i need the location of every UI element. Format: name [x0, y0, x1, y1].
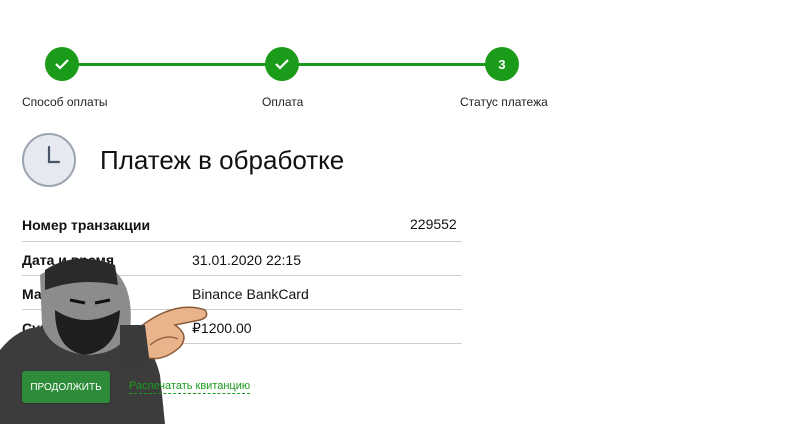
detail-key: Номер транзакции [22, 217, 151, 233]
step-1-check-icon [45, 47, 79, 81]
step-label-payment-status: Статус платежа [460, 95, 548, 109]
progress-stepper: 3 Способ оплаты Оплата Статус платежа [0, 0, 807, 120]
detail-value: 229552 [410, 216, 457, 232]
detail-row-transaction-id: Номер транзакции 229552 [22, 208, 462, 242]
step-connector [62, 63, 282, 66]
step-label-payment: Оплата [262, 95, 304, 109]
payment-status-header: Платеж в обработке [22, 133, 344, 187]
continue-button[interactable]: продолжить [22, 371, 110, 403]
step-connector [282, 63, 502, 66]
step-label-payment-method: Способ оплаты [22, 95, 108, 109]
print-receipt-link[interactable]: Распечатать квитанцию [129, 380, 251, 394]
page-title: Платеж в обработке [100, 144, 345, 175]
step-3-number: 3 [485, 47, 519, 81]
step-2-check-icon [265, 47, 299, 81]
clock-icon [22, 133, 76, 187]
